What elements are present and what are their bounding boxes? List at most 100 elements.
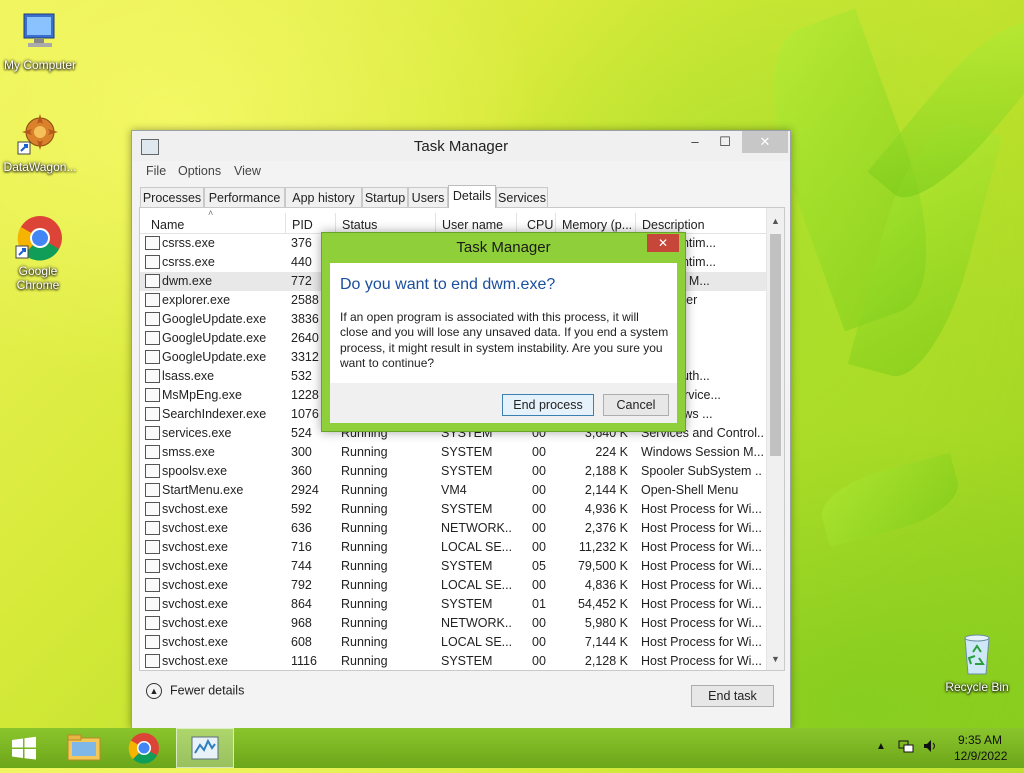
chevron-up-icon: ▲: [146, 683, 162, 699]
column-header-status[interactable]: Status: [342, 218, 432, 232]
show-hidden-icons-icon[interactable]: ▲: [876, 741, 886, 752]
process-icon: [145, 407, 160, 421]
minimize-button[interactable]: –: [680, 131, 710, 153]
cell-cpu: 00: [532, 464, 546, 478]
column-header-pid[interactable]: PID: [292, 218, 334, 232]
tab-processes[interactable]: Processes: [140, 187, 204, 207]
cell-description: Host Process for Wi...: [641, 616, 762, 630]
volume-icon[interactable]: [922, 738, 938, 754]
cell-pid: 2924: [291, 483, 319, 497]
cell-name: SearchIndexer.exe: [162, 407, 267, 421]
table-row[interactable]: svchost.exe 636 Running NETWORK... 00 2,376 K…: [140, 519, 767, 538]
process-icon: [145, 274, 160, 288]
cell-pid: 792: [291, 578, 312, 592]
process-icon: [145, 369, 160, 383]
cell-pid: 636: [291, 521, 312, 535]
menu-view[interactable]: View: [234, 164, 261, 178]
network-icon[interactable]: [898, 738, 914, 753]
cell-status: Running: [341, 654, 388, 668]
table-row[interactable]: svchost.exe 864 Running SYSTEM 01 54,452 K Hos…: [140, 595, 767, 614]
end-process-button[interactable]: End process: [502, 394, 594, 416]
cell-status: Running: [341, 578, 388, 592]
taskbar-chrome[interactable]: [116, 728, 172, 768]
recycle-bin-icon: [953, 630, 1001, 678]
cell-name: csrss.exe: [162, 236, 215, 250]
scrollbar-thumb[interactable]: [770, 234, 781, 456]
cell-pid: 1116: [291, 654, 317, 668]
process-icon: [145, 236, 160, 250]
cell-status: Running: [341, 559, 388, 573]
cancel-button[interactable]: Cancel: [603, 394, 669, 416]
clock-time[interactable]: 9:35 AM: [958, 733, 1002, 747]
dialog-close-button[interactable]: ✕: [647, 234, 679, 252]
desktop-icon-datawagon[interactable]: DataWagon...: [0, 110, 80, 174]
cell-memory: 5,980 K: [584, 616, 628, 630]
process-icon: [145, 426, 160, 440]
table-row[interactable]: svchost.exe 716 Running LOCAL SE... 00 11,232…: [140, 538, 767, 557]
column-separator: [285, 213, 286, 233]
cell-cpu: 00: [532, 578, 546, 592]
tab-users[interactable]: Users: [408, 187, 448, 207]
column-header-user-name[interactable]: User name: [442, 218, 514, 232]
cell-user-name: VM4: [441, 483, 467, 497]
menu-file[interactable]: File: [146, 164, 166, 178]
tab-details[interactable]: Details: [448, 185, 496, 208]
table-row[interactable]: svchost.exe 744 Running SYSTEM 05 79,500 K Hos…: [140, 557, 767, 576]
cell-description: Host Process for Wi...: [641, 559, 762, 573]
end-task-button[interactable]: End task: [691, 685, 774, 707]
table-row[interactable]: smss.exe 300 Running SYSTEM 00 224 K Windows S…: [140, 443, 767, 462]
desktop-icon-recycle-bin[interactable]: Recycle Bin: [937, 630, 1017, 694]
table-row[interactable]: svchost.exe 1116 Running SYSTEM 00 2,128 K Hos…: [140, 652, 767, 670]
table-row[interactable]: StartMenu.exe 2924 Running VM4 00 2,144 K Open…: [140, 481, 767, 500]
column-separator: [635, 213, 636, 233]
process-icon: [145, 559, 160, 573]
cell-pid: 360: [291, 464, 312, 478]
cell-memory: 7,144 K: [584, 635, 628, 649]
clock-date[interactable]: 12/9/2022: [954, 749, 1007, 763]
taskbar-task-manager[interactable]: [176, 728, 234, 768]
table-row[interactable]: spoolsv.exe 360 Running SYSTEM 00 2,188 K Spoo…: [140, 462, 767, 481]
cell-memory: 2,376 K: [584, 521, 628, 535]
tab-startup[interactable]: Startup: [362, 187, 408, 207]
close-button[interactable]: ✕: [742, 131, 788, 153]
column-header-name[interactable]: Name: [151, 218, 281, 232]
cell-description: Windows Session M...: [641, 445, 763, 459]
dialog-body: Do you want to end dwm.exe? If an open p…: [330, 263, 677, 383]
vertical-scrollbar[interactable]: ▲ ▼: [766, 208, 784, 670]
cell-cpu: 00: [532, 521, 546, 535]
tab-services[interactable]: Services: [496, 187, 548, 207]
column-header-description[interactable]: Description: [642, 218, 762, 232]
tab-performance[interactable]: Performance: [204, 187, 285, 207]
table-row[interactable]: svchost.exe 968 Running NETWORK... 00 5,980 K…: [140, 614, 767, 633]
cell-memory: 2,144 K: [584, 483, 628, 497]
cell-pid: 608: [291, 635, 312, 649]
process-icon: [145, 597, 160, 611]
scroll-up-icon[interactable]: ▲: [767, 216, 784, 226]
scroll-down-icon[interactable]: ▼: [767, 654, 784, 664]
start-button[interactable]: [0, 728, 48, 768]
menu-options[interactable]: Options: [178, 164, 221, 178]
fewer-details-toggle[interactable]: ▲ Fewer details: [146, 683, 244, 699]
desktop-icon-label: Google Chrome: [16, 264, 60, 292]
cell-user-name: SYSTEM: [441, 597, 493, 611]
desktop-icon-my-computer[interactable]: My Computer: [0, 8, 80, 72]
datawagon-logo-icon: [16, 110, 64, 158]
tab-app-history[interactable]: App history: [285, 187, 362, 207]
cell-memory: 2,188 K: [584, 464, 628, 478]
desktop-icon-google-chrome[interactable]: Google Chrome: [0, 214, 76, 292]
cell-name: svchost.exe: [162, 559, 229, 573]
table-row[interactable]: svchost.exe 792 Running LOCAL SE... 00 4,836 …: [140, 576, 767, 595]
cell-name: svchost.exe: [162, 540, 229, 554]
column-header-memory[interactable]: Memory (p...: [562, 218, 634, 232]
table-row[interactable]: svchost.exe 608 Running LOCAL SE... 00 7,144 …: [140, 633, 767, 652]
cell-name: svchost.exe: [162, 578, 229, 592]
process-icon: [145, 312, 160, 326]
cell-status: Running: [341, 464, 388, 478]
taskbar-file-explorer[interactable]: [56, 728, 112, 768]
maximize-button[interactable]: ☐: [710, 131, 740, 153]
cell-cpu: 00: [532, 616, 546, 630]
title-bar[interactable]: Task Manager – ☐ ✕: [132, 131, 790, 161]
table-row[interactable]: svchost.exe 592 Running SYSTEM 00 4,936 K Host…: [140, 500, 767, 519]
cell-cpu: 00: [532, 445, 546, 459]
column-header-cpu[interactable]: CPU: [527, 218, 553, 232]
